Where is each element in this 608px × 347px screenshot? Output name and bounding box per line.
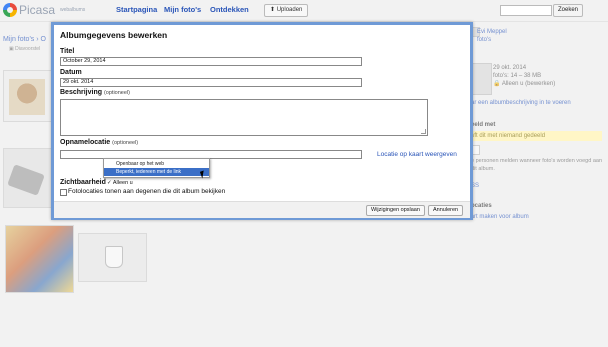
location-label: Opnamelocatie (optioneel): [60, 139, 139, 146]
description-optional: (optioneel): [103, 90, 130, 96]
search-input[interactable]: [500, 5, 552, 16]
save-button[interactable]: Wijzigingen opslaan: [366, 205, 425, 216]
visibility-option-public[interactable]: Openbaar op het web: [104, 160, 209, 168]
search-button[interactable]: Zoeken: [553, 4, 584, 17]
upload-label: Uploaden: [276, 7, 303, 13]
show-location-on-map-link[interactable]: Locatie op kaart weergeven: [377, 151, 457, 158]
visibility-dropdown: Openbaar op het web Beperkt, iedereen me…: [103, 158, 210, 178]
upload-button[interactable]: ⬆ Uploaden: [264, 4, 309, 17]
tab-explore[interactable]: Ontdekken: [210, 5, 249, 14]
dialog-footer: Wijzigingen opslaan Annuleren: [54, 201, 470, 218]
photo-locations-checkbox[interactable]: [60, 189, 67, 196]
title-input[interactable]: October 29, 2014: [60, 57, 362, 66]
picasa-logo-icon[interactable]: [3, 3, 17, 17]
top-bar: Picasa webalbums Startpagina Mijn foto's…: [0, 0, 608, 22]
tab-my-photos[interactable]: Mijn foto's: [164, 5, 201, 14]
upload-icon: ⬆: [270, 7, 276, 13]
edit-album-dialog: Albumgegevens bewerken Titel October 29,…: [51, 22, 473, 220]
visibility-option-limited[interactable]: Beperkt, iedereen met de link: [104, 168, 209, 176]
photo-locations-label: Fotolocaties tonen aan degenen die dit a…: [68, 188, 226, 195]
brand-subtitle: webalbums: [60, 7, 86, 13]
description-label: Beschrijving (optioneel): [60, 89, 130, 96]
tab-home[interactable]: Startpagina: [116, 5, 157, 14]
dialog-title: Albumgegevens bewerken: [60, 30, 168, 40]
location-optional: (optioneel): [112, 140, 139, 146]
date-input[interactable]: 29 okt. 2014: [60, 78, 362, 87]
visibility-select[interactable]: ✓ Alleen u: [107, 180, 133, 186]
title-label: Titel: [60, 48, 75, 55]
visibility-label: Zichtbaarheid: [60, 179, 106, 186]
cancel-button[interactable]: Annuleren: [428, 205, 464, 216]
brand-name: Picasa: [19, 3, 56, 17]
description-textarea[interactable]: [60, 99, 428, 136]
date-label: Datum: [60, 69, 82, 76]
